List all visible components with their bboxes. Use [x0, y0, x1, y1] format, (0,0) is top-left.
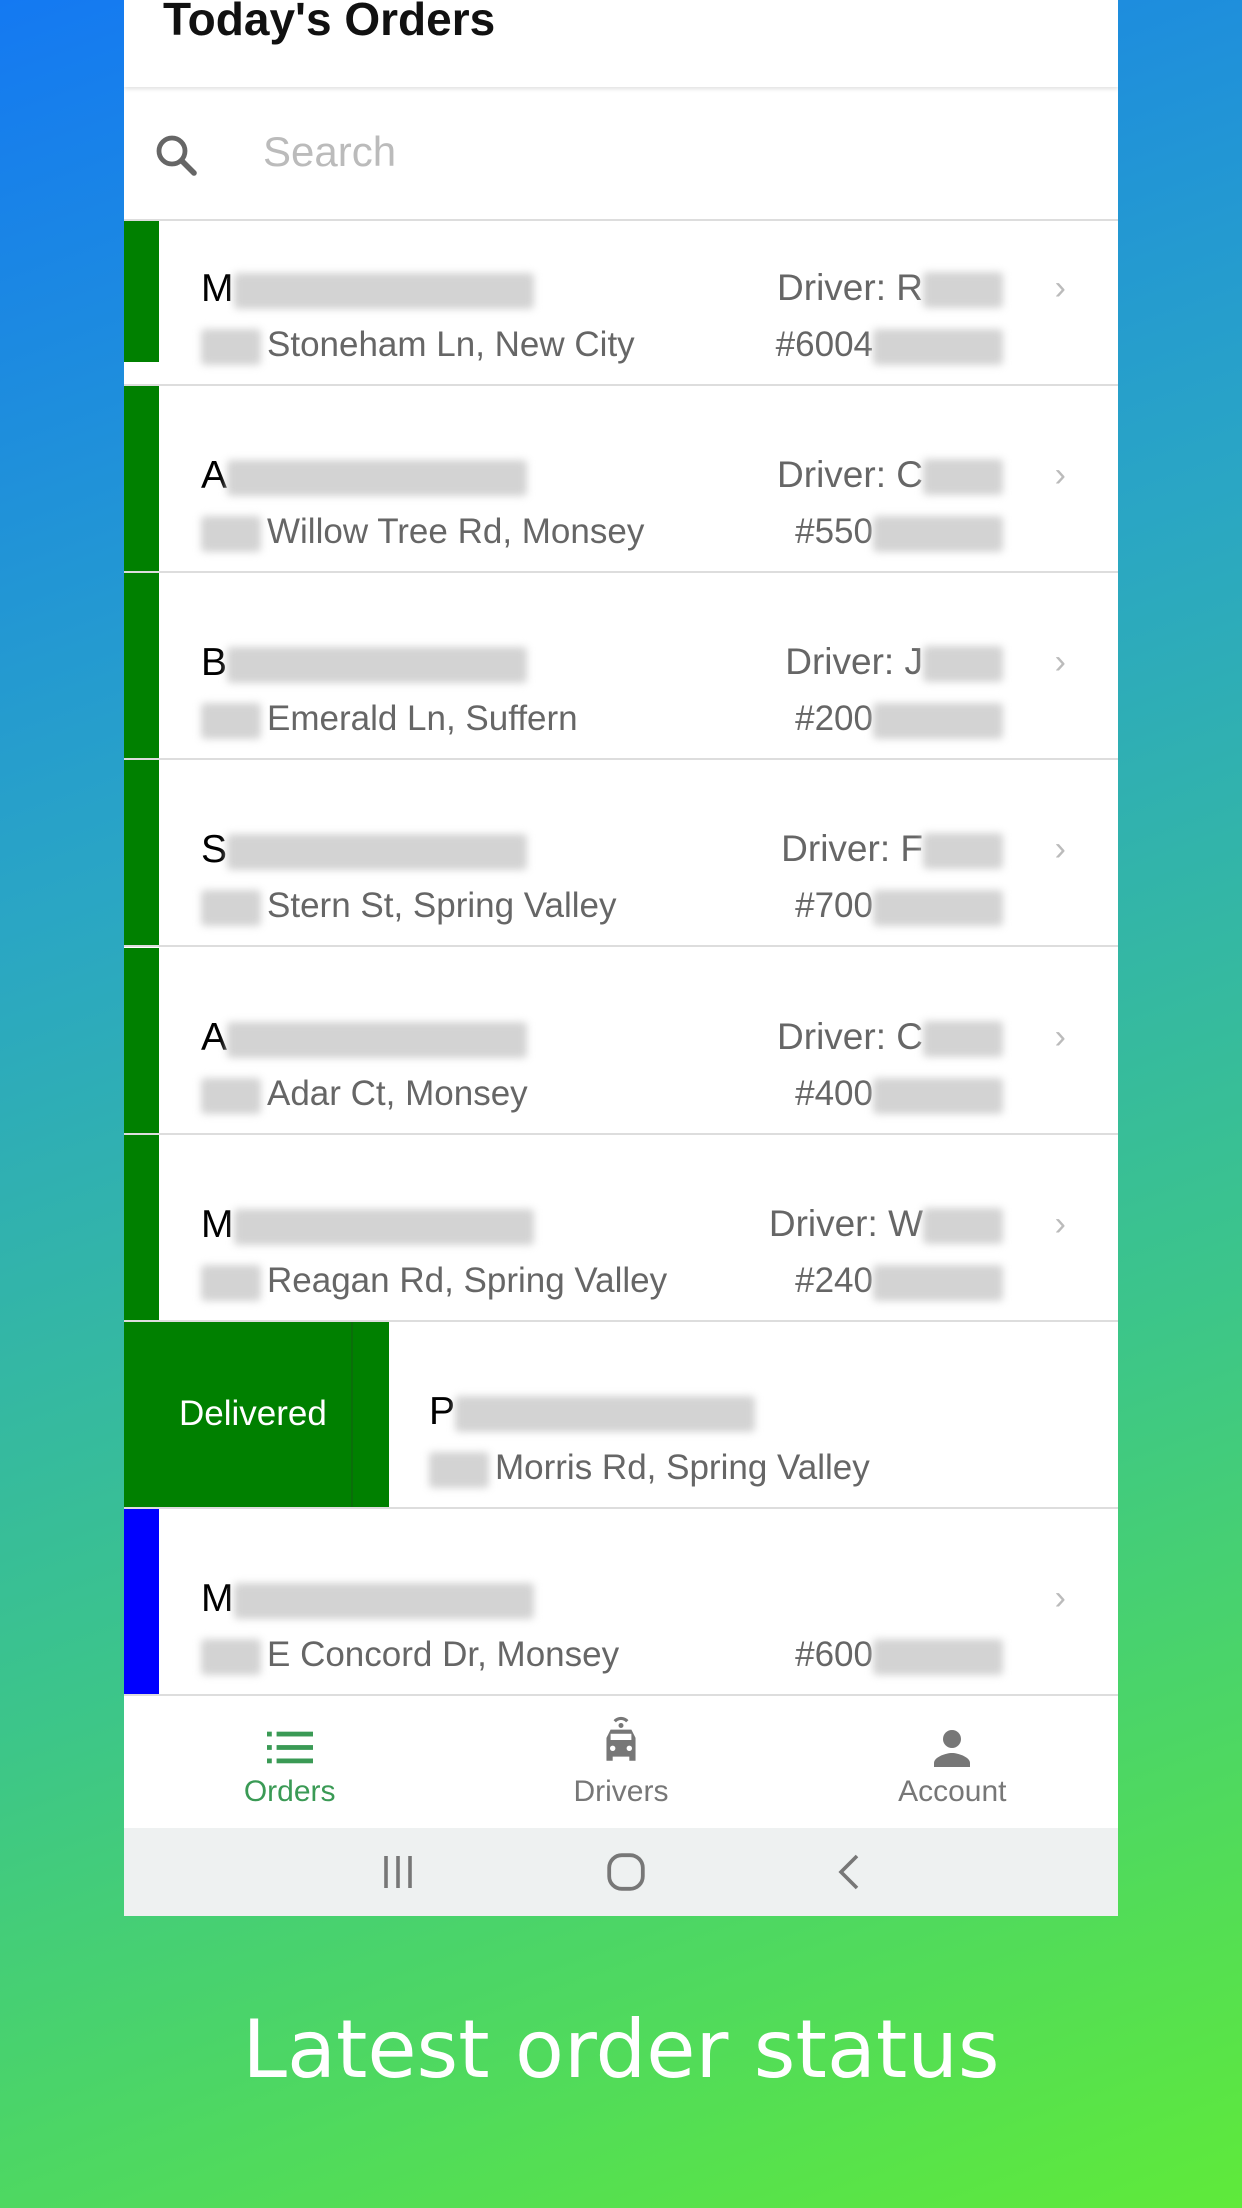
- status-stripe: [124, 573, 159, 758]
- customer-name: M: [201, 1577, 534, 1621]
- search-bar: [124, 87, 1118, 221]
- customer-address: Adar Ct, Monsey: [201, 1074, 528, 1114]
- order-number: #700: [795, 886, 1003, 926]
- status-stripe: [124, 948, 159, 1133]
- status-stripe: [124, 386, 159, 571]
- chevron-right-icon: ›: [1054, 1205, 1066, 1243]
- driver-name: Driver: R: [777, 267, 1003, 309]
- customer-name: P: [429, 1390, 756, 1434]
- order-row[interactable]: B Emerald Ln, Suffern Driver: J #200 ›: [124, 573, 1118, 760]
- list-icon: [266, 1731, 313, 1764]
- tab-drivers[interactable]: Drivers: [455, 1697, 786, 1828]
- customer-address: Reagan Rd, Spring Valley: [201, 1261, 667, 1301]
- recent-apps-icon[interactable]: [378, 1854, 418, 1890]
- system-nav-bar: [124, 1828, 1118, 1916]
- promo-caption: Latest order status: [242, 2003, 1000, 2096]
- order-number: #550: [795, 512, 1003, 552]
- order-number: #600: [795, 1635, 1003, 1675]
- customer-name: M: [201, 267, 534, 311]
- bottom-tab-bar: Orders Drivers Account: [124, 1697, 1118, 1828]
- car-icon: [606, 1716, 636, 1761]
- person-icon: [934, 1730, 971, 1767]
- delivered-label: Delivered: [179, 1394, 327, 1433]
- customer-address: Stoneham Ln, New City: [201, 325, 635, 365]
- order-row[interactable]: M Reagan Rd, Spring Valley Driver: W #240 ›: [124, 1135, 1118, 1322]
- order-row[interactable]: M Stoneham Ln, New City Driver: R #6004 ›: [124, 221, 1118, 386]
- customer-address: Stern St, Spring Valley: [201, 886, 617, 926]
- tab-account[interactable]: Account: [787, 1697, 1118, 1828]
- customer-name: B: [201, 641, 528, 685]
- chevron-right-icon: ›: [1054, 830, 1066, 868]
- order-number: #400: [795, 1074, 1003, 1114]
- customer-name: A: [201, 1016, 528, 1060]
- page-title: Today's Orders: [163, 0, 496, 45]
- customer-address: E Concord Dr, Monsey: [201, 1635, 619, 1675]
- delivered-action-button[interactable]: Delivered: [124, 1322, 389, 1507]
- order-row[interactable]: S Stern St, Spring Valley Driver: F #700 ›: [124, 760, 1118, 947]
- back-icon[interactable]: [834, 1852, 864, 1892]
- chevron-right-icon: ›: [1054, 1018, 1066, 1056]
- chevron-right-icon: ›: [1054, 456, 1066, 494]
- chevron-right-icon: ›: [1054, 643, 1066, 681]
- chevron-right-icon: ›: [1054, 269, 1066, 307]
- search-icon: [156, 135, 197, 176]
- customer-name: M: [201, 1203, 534, 1247]
- customer-address: Morris Rd, Spring Valley: [429, 1448, 870, 1488]
- tab-label: Orders: [243, 1775, 336, 1808]
- order-number: #240: [795, 1261, 1003, 1301]
- status-stripe: [124, 1135, 159, 1320]
- customer-address: Emerald Ln, Suffern: [201, 699, 578, 739]
- app-header: Today's Orders: [124, 0, 1118, 87]
- home-icon[interactable]: [605, 1851, 647, 1893]
- order-row[interactable]: M E Concord Dr, Monsey #600 ›: [124, 1509, 1118, 1696]
- phone-screen: Today's Orders M Stoneham Ln, New City Dri…: [124, 0, 1118, 1916]
- tab-orders[interactable]: Orders: [124, 1697, 455, 1828]
- chevron-right-icon: ›: [1054, 1579, 1066, 1617]
- driver-name: Driver: C: [777, 1016, 1003, 1058]
- order-number: #200: [795, 699, 1003, 739]
- status-stripe: [124, 221, 159, 362]
- order-row[interactable]: DeliveredPMorris Rd, Spring ValleyDriver…: [124, 1322, 1118, 1509]
- search-input[interactable]: [263, 117, 963, 187]
- status-stripe: [124, 1509, 159, 1694]
- customer-name: S: [201, 828, 528, 872]
- status-stripe: [124, 760, 159, 945]
- tab-label: Drivers: [573, 1775, 669, 1808]
- driver-name: Driver: J: [785, 641, 1003, 683]
- driver-name: Driver: F: [781, 828, 1003, 870]
- driver-name: Driver: C: [777, 454, 1003, 496]
- customer-name: A: [201, 454, 528, 498]
- customer-address: Willow Tree Rd, Monsey: [201, 512, 644, 552]
- order-number: #6004: [776, 325, 1003, 365]
- tab-label: Account: [898, 1775, 1007, 1808]
- order-row[interactable]: A Willow Tree Rd, Monsey Driver: C #550 ›: [124, 386, 1118, 573]
- order-row[interactable]: A Adar Ct, Monsey Driver: C #400 ›: [124, 948, 1118, 1135]
- driver-name: Driver: W: [769, 1203, 1003, 1245]
